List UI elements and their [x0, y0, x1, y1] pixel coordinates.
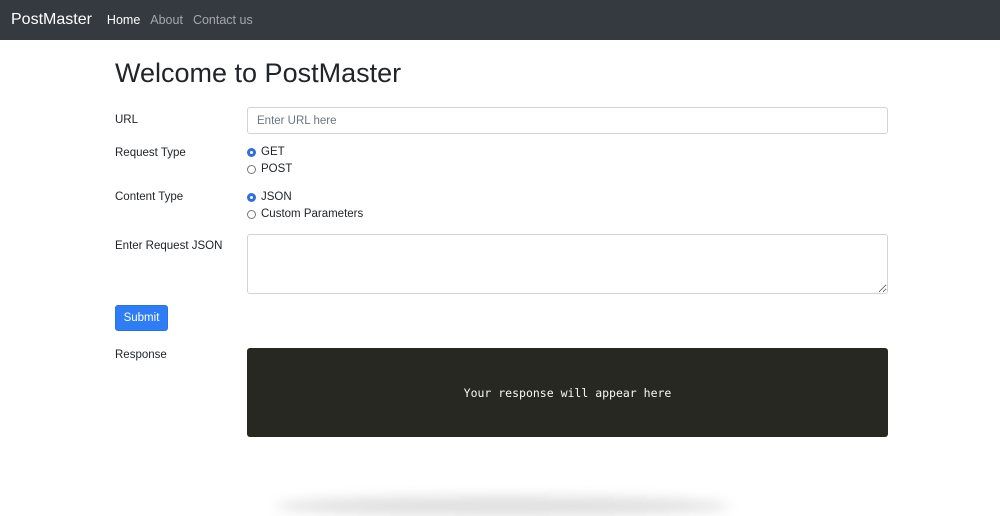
page-title: Welcome to PostMaster	[115, 58, 402, 88]
content-type-label: Content Type	[115, 191, 184, 203]
content-type-json-option[interactable]: JSON	[247, 191, 292, 203]
request-type-label: Request Type	[115, 147, 186, 159]
url-label: URL	[115, 114, 139, 126]
response-label: Response	[115, 349, 167, 361]
brand-logo[interactable]: PostMaster	[11, 11, 92, 29]
request-type-post-option[interactable]: POST	[247, 163, 292, 175]
json-radio-label: JSON	[261, 191, 292, 203]
request-json-label: Enter Request JSON	[115, 240, 223, 252]
get-radio-label: GET	[261, 146, 285, 158]
get-radio[interactable]	[247, 147, 256, 157]
custom-params-radio-label: Custom Parameters	[261, 208, 364, 220]
response-panel: Your response will appear here	[247, 348, 888, 437]
submit-button[interactable]: Submit	[115, 305, 168, 331]
nav-link-contact[interactable]: Contact us	[193, 13, 253, 27]
post-radio-label: POST	[261, 163, 293, 175]
request-json-textarea[interactable]	[247, 234, 888, 294]
post-radio[interactable]	[247, 164, 256, 174]
nav-link-about[interactable]: About	[150, 13, 183, 27]
custom-params-radio[interactable]	[247, 209, 256, 219]
navbar: PostMaster Home About Contact us	[0, 0, 1000, 40]
request-type-get-option[interactable]: GET	[247, 146, 285, 158]
json-radio[interactable]	[247, 192, 256, 202]
url-input[interactable]	[247, 107, 888, 134]
content-type-custom-option[interactable]: Custom Parameters	[247, 208, 363, 220]
nav-link-home[interactable]: Home	[107, 13, 140, 27]
window-shadow	[275, 496, 730, 516]
response-text: Your response will appear here	[463, 385, 672, 400]
